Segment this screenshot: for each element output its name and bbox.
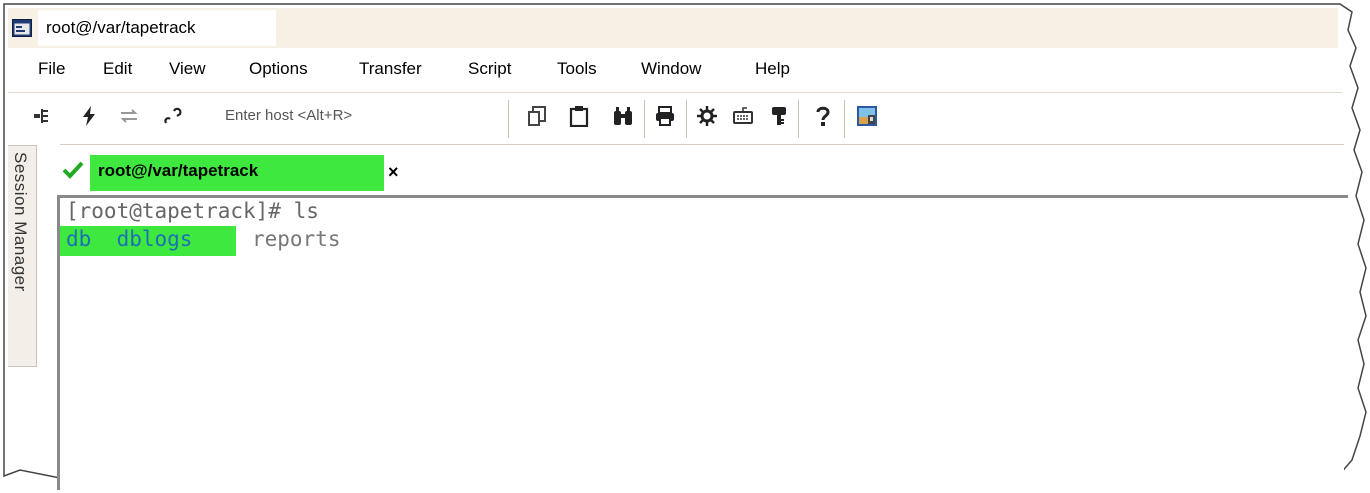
menu-window[interactable]: Window	[641, 59, 701, 79]
key-icon[interactable]	[768, 105, 790, 127]
menu-help[interactable]: Help	[755, 59, 790, 79]
paste-icon[interactable]	[568, 105, 590, 127]
window-title: root@/var/tapetrack	[46, 18, 196, 37]
copy-icon[interactable]	[526, 105, 548, 127]
toolbar-separator	[844, 100, 845, 138]
tab-strip-divider	[60, 144, 1344, 145]
terminal-ls-directories: db dblogs	[66, 227, 193, 251]
connect-icon[interactable]	[32, 105, 54, 127]
connected-check-icon	[62, 160, 84, 180]
session-manager-label: Session Manager	[11, 152, 30, 292]
menu-transfer[interactable]: Transfer	[359, 59, 422, 79]
print-icon[interactable]	[654, 105, 676, 127]
keymap-icon[interactable]	[732, 105, 754, 127]
close-tab-icon[interactable]: ×	[388, 162, 399, 183]
sftp-icon[interactable]	[856, 105, 878, 127]
toolbar-separator	[798, 100, 799, 138]
menu-options[interactable]: Options	[249, 59, 308, 79]
toolbar-separator	[508, 100, 509, 138]
toolbar-divider	[8, 92, 1342, 93]
terminal-prompt-line: [root@tapetrack]# ls	[66, 199, 319, 223]
toolbar-separator	[644, 100, 645, 138]
help-icon[interactable]	[812, 105, 834, 127]
app-icon	[12, 19, 32, 37]
menu-script[interactable]: Script	[468, 59, 511, 79]
menu-tools[interactable]: Tools	[557, 59, 597, 79]
menu-file[interactable]: File	[38, 59, 65, 79]
menu-view[interactable]: View	[169, 59, 206, 79]
session-tab[interactable]: root@/var/tapetrack	[98, 161, 258, 181]
toolbar-separator	[686, 100, 687, 138]
terminal-ls-file: reports	[252, 227, 341, 251]
menu-edit[interactable]: Edit	[103, 59, 132, 79]
disconnect-icon[interactable]	[162, 105, 184, 127]
find-icon[interactable]	[612, 105, 634, 127]
host-input[interactable]	[225, 107, 465, 124]
settings-icon[interactable]	[696, 105, 718, 127]
reconnect-icon[interactable]	[118, 105, 140, 127]
quick-connect-icon[interactable]	[78, 105, 100, 127]
